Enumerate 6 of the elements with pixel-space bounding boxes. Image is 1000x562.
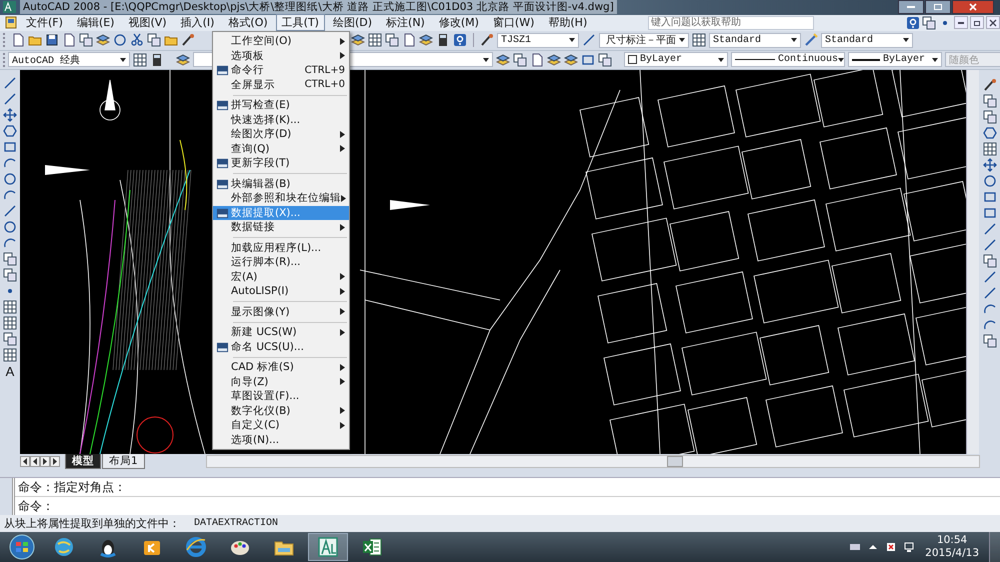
clock-time: 10:54 [936, 534, 968, 547]
status-prompt: 从块上将属性提取到单独的文件中： [4, 516, 180, 532]
clock-date: 2015/4/13 [925, 546, 979, 560]
command-line-text: 命令：指定对角点： [15, 478, 1000, 498]
status-command: DATAEXTRACTION [194, 518, 278, 530]
window-title: AutoCAD 2008 - [E:\QQPCmgr\Desktop\pjs\大桥\整理图纸\大桥 道路 正式施工图\C01D03 北京路 平面设计图-v4.dwg] [20, 0, 617, 14]
